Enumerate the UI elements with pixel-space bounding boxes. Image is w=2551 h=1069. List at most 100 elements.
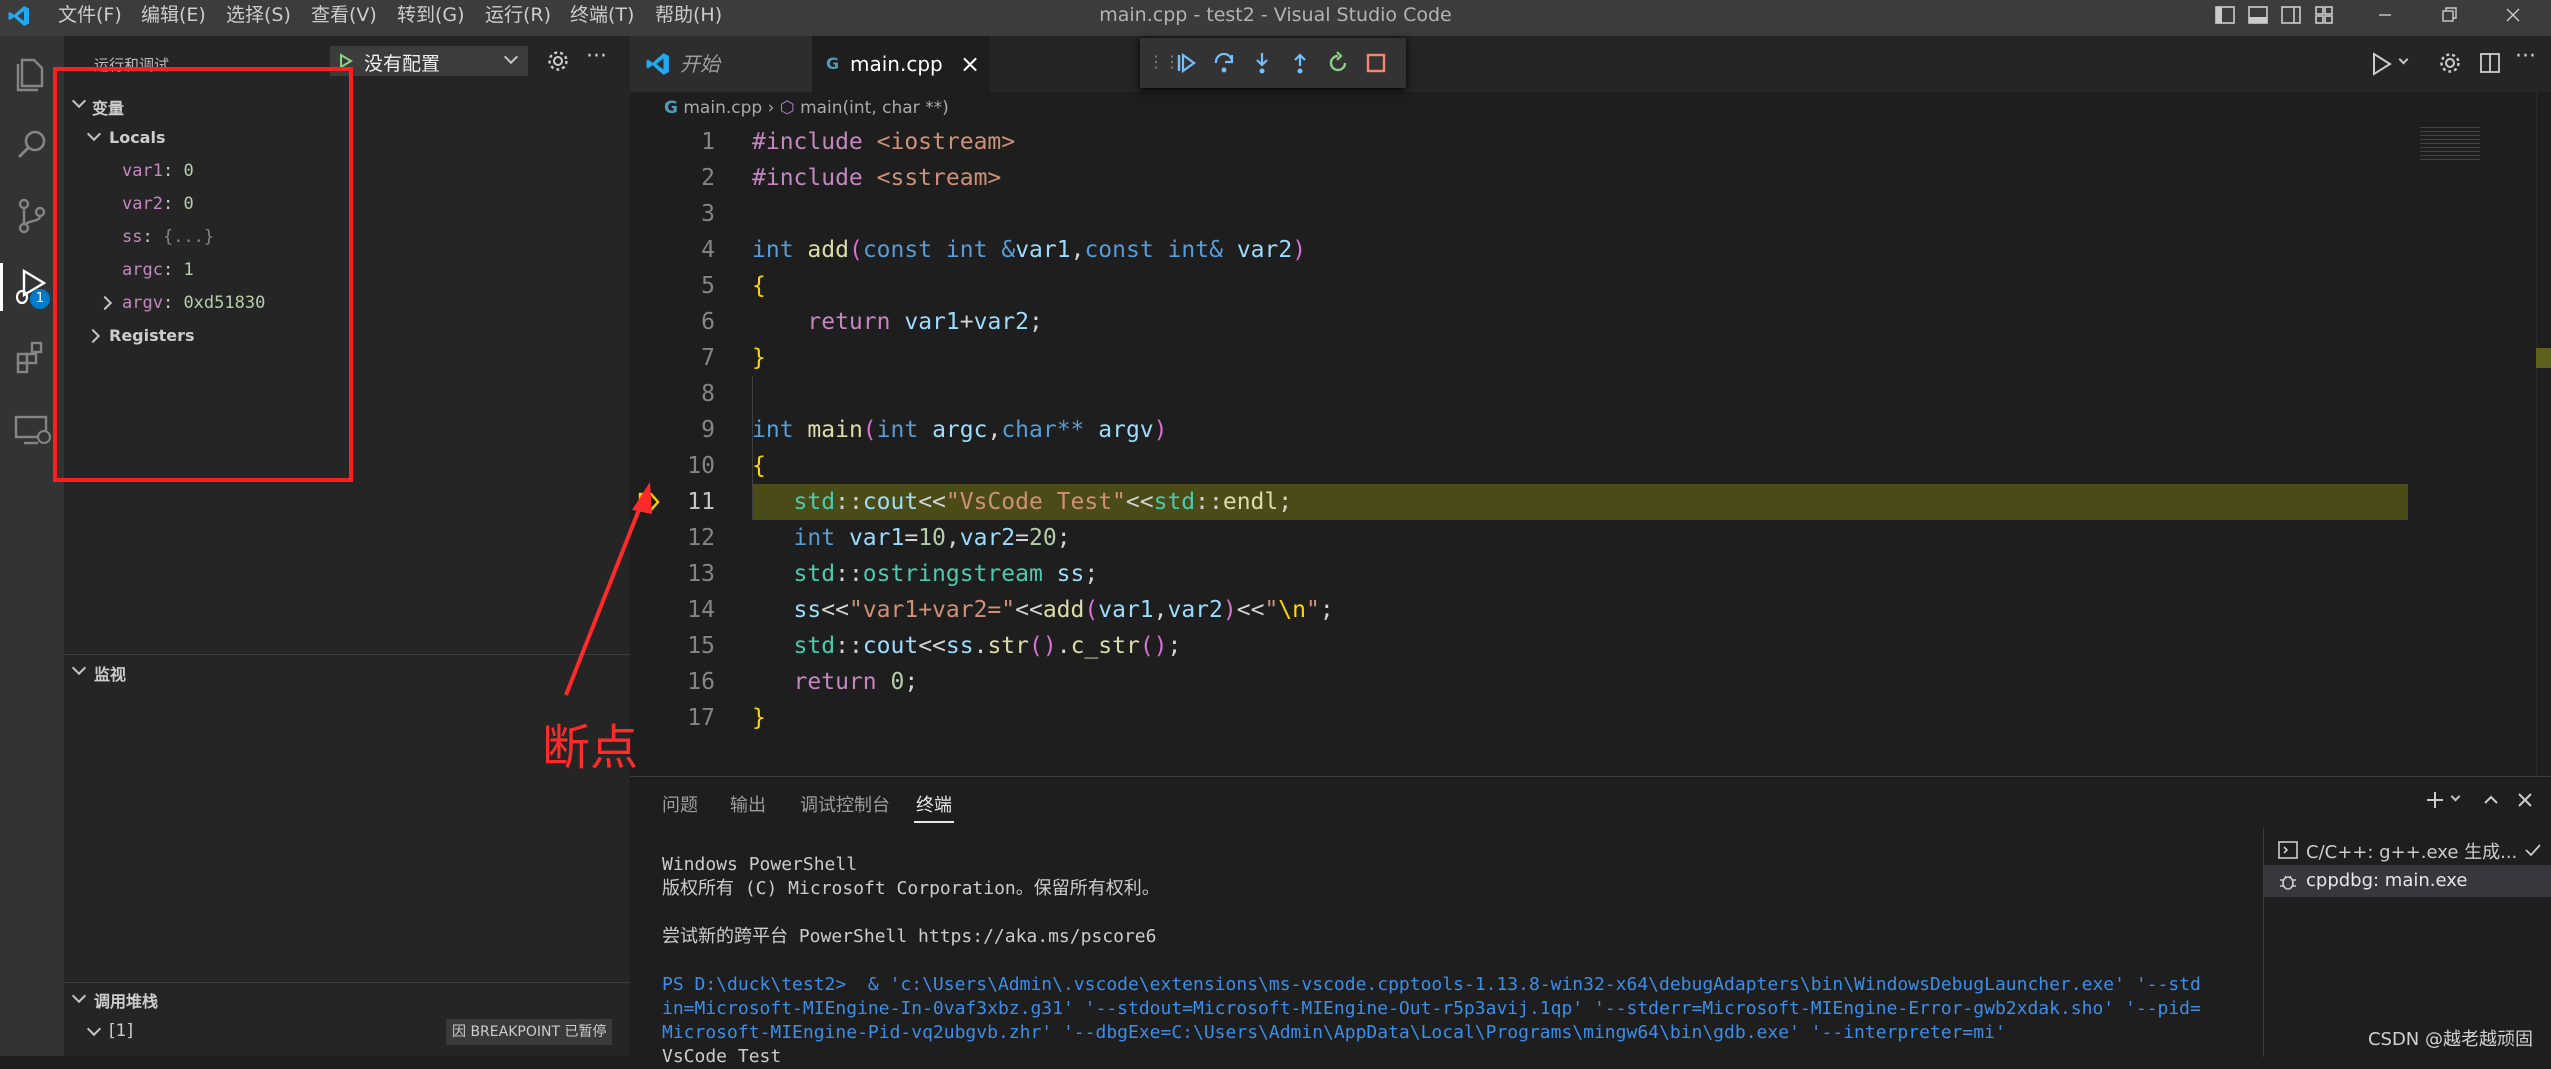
terminal-line: Windows PowerShell bbox=[662, 854, 858, 875]
toggle-panel-icon[interactable] bbox=[2247, 4, 2269, 26]
symbol-method-icon: ⬡ bbox=[779, 98, 795, 118]
menu-help[interactable]: 帮助(H) bbox=[655, 0, 722, 36]
annotation-arrow bbox=[564, 482, 652, 696]
code-line: return 0; bbox=[793, 669, 919, 695]
code-line: } bbox=[752, 705, 766, 731]
tab-welcome[interactable]: 开始 bbox=[630, 36, 812, 92]
code-line: ss<<"var1+var2="<<add(var1,var2)<<"\n"; bbox=[793, 597, 1334, 623]
code-line: int var1=10,var2=20; bbox=[793, 525, 1071, 551]
breadcrumb: G main.cpp › ⬡ main(int, char **) bbox=[664, 92, 949, 124]
tab-problems[interactable]: 问题 bbox=[662, 791, 698, 817]
menu-file[interactable]: 文件(F) bbox=[58, 0, 122, 36]
line-number: 9 bbox=[701, 417, 715, 443]
line-number: 17 bbox=[687, 705, 715, 731]
terminal-list: C/C++: g++.exe 生成... cppdbg: main.exe bbox=[2263, 827, 2551, 1057]
watch-section-title[interactable]: 监视 bbox=[94, 661, 126, 685]
callstack-section-title[interactable]: 调用堆栈 bbox=[94, 988, 158, 1012]
minimize-icon[interactable] bbox=[2374, 4, 2396, 26]
window-title: main.cpp - test2 - Visual Studio Code bbox=[1099, 4, 1452, 26]
editor-tabs: 开始 G main.cpp × bbox=[630, 36, 2551, 92]
step-into-icon[interactable] bbox=[1250, 51, 1274, 75]
chevron-down-icon bbox=[503, 49, 519, 65]
maximize-panel-icon[interactable] bbox=[2480, 789, 2502, 811]
terminal-icon bbox=[2278, 841, 2298, 859]
restart-icon[interactable] bbox=[1326, 51, 1350, 75]
chevron-down-icon[interactable] bbox=[71, 660, 87, 676]
menu-edit[interactable]: 编辑(E) bbox=[141, 0, 206, 36]
more-actions-icon[interactable]: ··· bbox=[586, 44, 607, 69]
paused-badge: 因 BREAKPOINT 已暂停 bbox=[446, 1019, 613, 1045]
chevron-down-icon[interactable] bbox=[86, 1021, 102, 1037]
customize-layout-icon[interactable] bbox=[2313, 4, 2335, 26]
menu-selection[interactable]: 选择(S) bbox=[226, 0, 291, 36]
editor-area: 开始 G main.cpp × ⋮⋮ ··· G main.cpp › ⬡ ma… bbox=[630, 36, 2551, 776]
step-over-icon[interactable] bbox=[1212, 51, 1236, 75]
cpp-file-icon: G bbox=[664, 98, 678, 118]
scrollbar-marker bbox=[2536, 348, 2551, 368]
menu-view[interactable]: 查看(V) bbox=[311, 0, 377, 36]
terminal-list-item-active[interactable]: cppdbg: main.exe bbox=[2264, 865, 2551, 897]
tab-label: main.cpp bbox=[850, 52, 943, 76]
terminal-name: C/C++: g++.exe 生成... bbox=[2306, 842, 2518, 863]
line-number: 7 bbox=[701, 345, 715, 371]
tab-terminal[interactable]: 终端 bbox=[916, 791, 952, 817]
debug-config-dropdown[interactable]: 没有配置 bbox=[330, 46, 528, 76]
watermark: CSDN @越老越顽固 bbox=[2363, 1025, 2537, 1051]
terminal-line: 版权所有 (C) Microsoft Corporation。保留所有权利。 bbox=[662, 878, 1160, 899]
run-debug-file-icon[interactable] bbox=[2368, 50, 2396, 78]
active-tab-underline bbox=[914, 821, 954, 823]
breadcrumb-separator-icon: › bbox=[767, 98, 775, 118]
toggle-sidebar-icon[interactable] bbox=[2214, 4, 2236, 26]
breadcrumb-symbol[interactable]: main(int, char **) bbox=[800, 98, 949, 118]
extensions-icon[interactable] bbox=[8, 334, 56, 382]
minimap[interactable] bbox=[2420, 124, 2480, 160]
line-number: 10 bbox=[687, 453, 715, 479]
code-line: std::ostringstream ss; bbox=[793, 561, 1099, 587]
chevron-down-icon[interactable] bbox=[71, 988, 87, 1004]
thread-label[interactable]: [1] bbox=[109, 1021, 133, 1041]
restore-icon[interactable] bbox=[2438, 4, 2460, 26]
close-window-icon[interactable] bbox=[2502, 4, 2524, 26]
breadcrumb-file[interactable]: main.cpp bbox=[683, 98, 762, 118]
debug-badge: 1 bbox=[30, 289, 50, 309]
gear-icon[interactable] bbox=[2438, 51, 2462, 75]
terminal-line: VsCode Test bbox=[662, 1046, 782, 1067]
debug-bug-icon bbox=[2280, 875, 2296, 890]
menu-run[interactable]: 运行(R) bbox=[485, 0, 551, 36]
menu-terminal[interactable]: 终端(T) bbox=[570, 0, 634, 36]
code-line: int add(const int &var1,const int& var2) bbox=[752, 237, 1307, 263]
terminal-line: PS D:\duck\test2> & 'c:\Users\Admin\.vsc… bbox=[662, 974, 2201, 995]
line-number: 6 bbox=[701, 309, 715, 335]
tab-debug-console[interactable]: 调试控制台 bbox=[800, 791, 890, 817]
line-number: 4 bbox=[701, 237, 715, 263]
search-icon[interactable] bbox=[8, 121, 56, 169]
stop-icon[interactable] bbox=[1364, 51, 1388, 75]
active-indicator bbox=[0, 263, 3, 311]
close-tab-icon[interactable]: × bbox=[960, 36, 980, 92]
cpp-file-icon: G bbox=[826, 54, 840, 73]
source-control-icon[interactable] bbox=[8, 192, 56, 240]
explorer-icon[interactable] bbox=[8, 50, 56, 98]
more-actions-icon[interactable]: ··· bbox=[2515, 44, 2536, 69]
line-number: 2 bbox=[701, 165, 715, 191]
code-line: { bbox=[752, 273, 766, 299]
gear-icon[interactable] bbox=[546, 49, 570, 73]
chevron-down-icon[interactable] bbox=[2450, 791, 2461, 802]
new-terminal-icon[interactable] bbox=[2424, 789, 2446, 811]
continue-icon[interactable] bbox=[1174, 51, 1198, 75]
close-panel-icon[interactable] bbox=[2514, 789, 2536, 811]
terminal-list-item[interactable]: C/C++: g++.exe 生成... bbox=[2264, 833, 2551, 865]
line-number: 1 bbox=[701, 129, 715, 155]
bottom-panel: 问题 输出 调试控制台 终端 Windows PowerShell 版权所有 (… bbox=[630, 776, 2551, 1067]
divider bbox=[64, 654, 630, 655]
tab-output[interactable]: 输出 bbox=[730, 791, 766, 817]
menu-goto[interactable]: 转到(G) bbox=[397, 0, 465, 36]
tab-main-cpp[interactable]: G main.cpp × bbox=[812, 36, 990, 92]
toggle-secondary-sidebar-icon[interactable] bbox=[2280, 4, 2302, 26]
editor-scrollbar[interactable] bbox=[2536, 92, 2551, 776]
step-out-icon[interactable] bbox=[1288, 51, 1312, 75]
tab-label: 开始 bbox=[680, 52, 720, 76]
split-editor-icon[interactable] bbox=[2478, 51, 2502, 75]
code-line: } bbox=[752, 345, 766, 371]
remote-explorer-icon[interactable] bbox=[8, 405, 56, 453]
